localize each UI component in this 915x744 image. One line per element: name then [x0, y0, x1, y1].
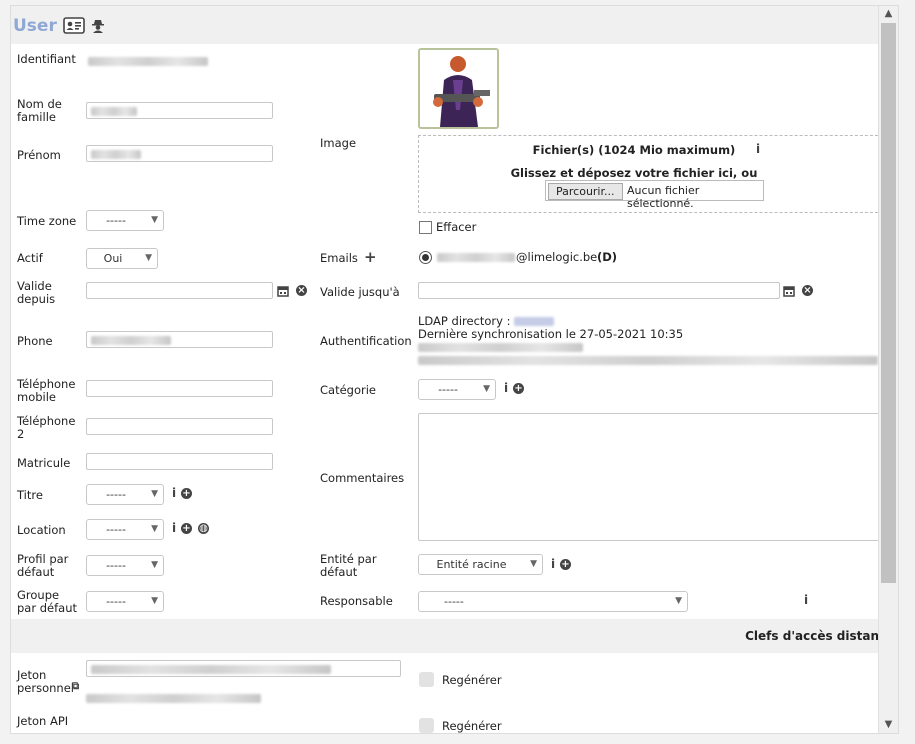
copy-icon[interactable]: ⧉ [72, 681, 79, 692]
email-user-blur [437, 253, 515, 262]
user-form-panel: User Identifiant Nom de famille Prénom T… [10, 5, 899, 734]
drop-text: Glissez et déposez votre fichier ici, ou [510, 166, 758, 180]
valide-depuis-input[interactable] [86, 282, 273, 299]
profil-label: Profil par défaut [17, 552, 69, 579]
identifiant-value [88, 57, 208, 66]
emails-label: Emails [320, 251, 358, 265]
clear-date-icon[interactable]: × [296, 285, 307, 296]
tel-mobile-label: Téléphone mobile [17, 377, 76, 404]
valide-jusqua-label: Valide jusqu'à [320, 285, 400, 299]
scroll-down-icon[interactable]: ▼ [879, 717, 898, 733]
info-icon[interactable]: i [504, 381, 508, 395]
phone-input[interactable] [86, 331, 273, 348]
commentaires-textarea[interactable] [418, 413, 888, 541]
entite-label: Entité par défaut [320, 552, 377, 579]
sync-text: Dernière synchronisation le 27-05-2021 1… [418, 327, 684, 341]
regenerer-api-checkbox[interactable] [419, 718, 434, 733]
valide-jusqua-input[interactable] [418, 282, 780, 299]
email-domain: @limelogic.be [516, 250, 598, 264]
id-card-icon[interactable] [63, 17, 85, 34]
location-label: Location [17, 523, 66, 537]
regenerer-api-label: Regénérer [442, 719, 502, 733]
file-upload-title: Fichier(s) (1024 Mio maximum) [532, 143, 736, 157]
titre-select[interactable]: ----- ▼ [86, 484, 164, 505]
scroll-up-icon[interactable]: ▲ [879, 6, 898, 22]
categorie-select[interactable]: ----- ▼ [418, 379, 496, 400]
tel2-label: Téléphone 2 [17, 414, 76, 441]
location-select[interactable]: ----- ▼ [86, 519, 164, 540]
info-icon[interactable]: i [804, 593, 808, 607]
info-icon[interactable]: i [756, 142, 760, 156]
tel-mobile-input[interactable] [86, 380, 273, 397]
categorie-label: Catégorie [320, 383, 376, 397]
nom-label: Nom de famille [17, 97, 62, 124]
regenerer-label: Regénérer [442, 673, 502, 687]
valide-depuis-label: Valide depuis [17, 279, 56, 306]
prenom-input[interactable] [86, 145, 273, 162]
file-dropzone[interactable]: Fichier(s) (1024 Mio maximum) i Glissez … [418, 135, 888, 213]
no-file-text: Aucun fichier sélectionné. [627, 184, 700, 210]
api-keys-section-header: Clefs d'accès distan [11, 619, 879, 653]
jeton-perso-label: Jeton personnel [17, 668, 74, 695]
user-secret-icon[interactable] [92, 19, 104, 33]
auth-label: Authentification [320, 334, 412, 348]
page-title: User [13, 16, 57, 36]
globe-icon[interactable]: ◍ [198, 523, 209, 534]
section-title: Clefs d'accès distan [745, 629, 879, 643]
entite-select[interactable]: Entité racine ▼ [418, 554, 543, 575]
prenom-label: Prénom [17, 148, 61, 162]
commentaires-label: Commentaires [320, 471, 405, 485]
jeton-date-blur [86, 694, 261, 703]
jeton-api-label: Jeton API [17, 714, 69, 728]
image-label: Image [320, 136, 357, 150]
responsable-label: Responsable [320, 594, 393, 608]
phone-label: Phone [17, 334, 53, 348]
effacer-checkbox[interactable] [419, 221, 432, 234]
info-icon[interactable]: i [172, 521, 176, 535]
add-categorie-icon[interactable]: + [513, 383, 524, 394]
file-input[interactable]: Parcourir... Aucun fichier sélectionné. [545, 180, 764, 210]
titre-label: Titre [17, 488, 43, 502]
add-entite-icon[interactable]: + [560, 559, 571, 570]
identifiant-label: Identifiant [17, 52, 76, 66]
calendar-icon[interactable] [277, 285, 289, 297]
ldap-dn-blur-2 [418, 356, 878, 365]
info-icon[interactable]: i [172, 486, 176, 500]
profil-select[interactable]: ----- ▼ [86, 555, 164, 576]
timezone-label: Time zone [17, 214, 77, 228]
actif-label: Actif [17, 251, 43, 265]
user-avatar [418, 48, 499, 129]
actif-select[interactable]: Oui ▼ [86, 248, 158, 269]
timezone-select[interactable]: ----- ▼ [86, 210, 164, 231]
regenerer-checkbox[interactable] [419, 672, 434, 687]
browse-button[interactable]: Parcourir... [548, 183, 623, 200]
calendar-icon[interactable] [783, 285, 795, 297]
groupe-label: Groupe par défaut [17, 588, 77, 615]
groupe-select[interactable]: ----- ▼ [86, 591, 164, 612]
vertical-scrollbar[interactable]: ▲ ▼ [878, 6, 898, 733]
scrollbar-thumb[interactable] [881, 23, 896, 583]
add-location-icon[interactable]: + [181, 523, 192, 534]
form-header: User [11, 6, 879, 44]
responsable-select[interactable]: ----- ▼ [418, 591, 688, 612]
default-email-radio[interactable] [419, 251, 432, 264]
info-icon[interactable]: i [551, 557, 555, 571]
jeton-perso-input[interactable] [86, 660, 401, 677]
ldap-dn-blur [418, 343, 583, 352]
effacer-label: Effacer [436, 220, 477, 234]
add-titre-icon[interactable]: + [181, 488, 192, 499]
matricule-input[interactable] [86, 453, 273, 470]
add-email-icon[interactable]: + [364, 248, 377, 266]
nom-input[interactable] [86, 102, 273, 119]
clear-date-icon[interactable]: × [802, 285, 813, 296]
tel2-input[interactable] [86, 418, 273, 435]
matricule-label: Matricule [17, 456, 71, 470]
email-default-badge: (D) [597, 250, 618, 264]
